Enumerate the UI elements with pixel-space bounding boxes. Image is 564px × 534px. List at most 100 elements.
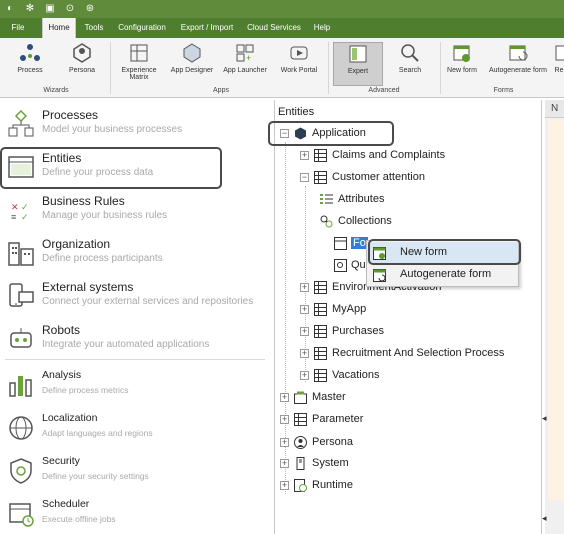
app-launcher-button[interactable]: + App Launcher (220, 42, 270, 86)
tree-node-purchases[interactable]: + Purchases (300, 323, 500, 341)
expand-toggle[interactable]: + (280, 415, 289, 424)
expand-toggle[interactable]: + (300, 371, 309, 380)
info-icon[interactable]: ⊛ (84, 3, 96, 15)
process-label: Process (17, 67, 43, 74)
tree-node-queries[interactable]: Qu (320, 257, 370, 275)
tree-node-system[interactable]: + System (280, 455, 480, 473)
expand-toggle[interactable]: + (280, 393, 289, 402)
save-icon[interactable]: ▣ (44, 3, 56, 15)
node-label: Persona (312, 436, 353, 448)
app-designer-icon (183, 43, 201, 63)
autogenerate-form-button[interactable]: Autogenerate form (484, 42, 552, 86)
tab-configuration[interactable]: Configuration (114, 18, 170, 38)
tree-node-runtime[interactable]: + Runtime (280, 477, 480, 495)
svg-text:≡: ≡ (11, 212, 16, 222)
tree-node-parameter[interactable]: + Parameter (280, 411, 480, 429)
group-apps-label: Apps (213, 87, 229, 94)
processes-icon (8, 110, 34, 137)
experience-matrix-label: Experience Matrix (121, 67, 157, 81)
menu-item-autogenerate-form[interactable]: Autogenerate form (367, 264, 518, 286)
expand-toggle[interactable]: + (300, 327, 309, 336)
entities-highlight-box (0, 147, 222, 189)
tab-tools[interactable]: Tools (80, 18, 108, 38)
expand-toggle[interactable]: + (280, 438, 289, 447)
process-icon (20, 44, 40, 61)
new-form-button[interactable]: New form (443, 42, 481, 86)
tree-node-claims[interactable]: + Claims and Complaints (300, 147, 500, 165)
nav-item-organization[interactable]: Organization Define process participants (0, 237, 271, 273)
tab-help[interactable]: Help (308, 18, 336, 38)
nav-subtitle: Connect your external services and repos… (42, 296, 254, 307)
tree-node-collections[interactable]: Collections (320, 213, 500, 231)
tab-cloud-services[interactable]: Cloud Services (244, 18, 304, 38)
work-portal-button[interactable]: Work Portal (276, 42, 322, 86)
tree-node-forms[interactable]: Fo (320, 235, 370, 253)
tree-node-customer-attention[interactable]: − Customer attention (300, 169, 500, 187)
nav-item-scheduler[interactable]: Scheduler Execute offline jobs (0, 498, 271, 534)
collapse-arrow-icon[interactable]: ◂ (542, 413, 547, 424)
tree-node-attributes[interactable]: Attributes (320, 191, 500, 209)
work-portal-icon (290, 46, 308, 60)
nav-subtitle: Define your security settings (42, 471, 149, 481)
tree-node-myapp[interactable]: + MyApp (300, 301, 500, 319)
tree-node-recruitment[interactable]: + Recruitment And Selection Process (300, 345, 540, 363)
expand-toggle[interactable]: + (280, 459, 289, 468)
process-button[interactable]: Process (8, 42, 52, 86)
nav-title: Business Rules (42, 194, 125, 208)
expand-toggle[interactable]: + (300, 151, 309, 160)
expand-toggle[interactable]: + (300, 283, 309, 292)
nav-subtitle: Define process participants (42, 253, 163, 264)
tab-export-import[interactable]: Export / Import (176, 18, 238, 38)
right-edge-panel: N ◂ ◂ (542, 100, 564, 534)
table-icon (314, 347, 327, 360)
nav-item-robots[interactable]: Robots Integrate your automated applicat… (0, 323, 271, 359)
settings-icon[interactable]: ✻ (24, 3, 36, 15)
node-label: Claims and Complaints (332, 149, 446, 161)
expand-toggle[interactable]: + (300, 305, 309, 314)
left-nav-panel: Processes Model your business processes … (0, 99, 271, 534)
help-icon[interactable]: ⊙ (64, 3, 76, 15)
ribbon-separator (110, 42, 111, 94)
nav-subtitle: Define process metrics (42, 385, 129, 395)
nav-item-security[interactable]: Security Define your security settings (0, 455, 271, 491)
tree-node-persona[interactable]: + Persona (280, 434, 480, 452)
collapse-toggle[interactable]: − (300, 173, 309, 182)
app-launcher-icon: + (236, 44, 254, 63)
tab-file[interactable]: File (4, 18, 32, 38)
nav-item-business-rules[interactable]: ✕ ✓ ≡ ✓ Business Rules Manage your business… (0, 194, 271, 230)
tree-node-master[interactable]: + Master (280, 389, 480, 407)
table-icon (314, 325, 327, 338)
nav-item-external-systems[interactable]: External systems Connect your external s… (0, 280, 271, 316)
attributes-icon (320, 194, 333, 204)
expand-toggle[interactable]: + (280, 481, 289, 490)
collapse-arrow-icon[interactable]: ◂ (542, 513, 547, 524)
search-button[interactable]: Search (388, 42, 432, 86)
autogenerate-form-icon (509, 45, 528, 61)
expert-button[interactable]: Expert (333, 42, 383, 86)
expand-toggle[interactable]: + (300, 349, 309, 358)
nav-item-processes[interactable]: Processes Model your business processes (0, 108, 271, 144)
table-icon (314, 369, 327, 382)
expert-icon (349, 45, 367, 63)
nav-title: Analysis (42, 369, 82, 381)
external-systems-icon (9, 283, 34, 307)
tab-home[interactable]: Home (42, 18, 76, 38)
new-form-label: New form (447, 67, 477, 74)
globe-icon (9, 416, 33, 440)
persona-button[interactable]: Persona (60, 42, 104, 86)
tree-node-vacations[interactable]: + Vacations (300, 367, 500, 385)
ribbon-separator (328, 42, 329, 94)
nav-title: Robots (42, 323, 81, 337)
group-forms-label: Forms (493, 87, 514, 94)
nav-item-analysis[interactable]: Analysis Define process metrics (0, 369, 271, 405)
nav-item-localization[interactable]: Localization Adapt languages and regions (0, 412, 271, 448)
nav-subtitle: Adapt languages and regions (42, 428, 153, 438)
svg-text:✓: ✓ (21, 212, 29, 222)
experience-matrix-button[interactable]: Experience Matrix (116, 42, 162, 86)
ribbon: Process Persona Wizards Experience Matri… (0, 38, 564, 98)
nav-title: Security (42, 455, 80, 467)
application-highlight-box (268, 121, 394, 146)
re-button[interactable]: Re (553, 42, 564, 86)
node-label: Collections (338, 215, 392, 227)
app-designer-button[interactable]: App Designer (166, 42, 218, 86)
